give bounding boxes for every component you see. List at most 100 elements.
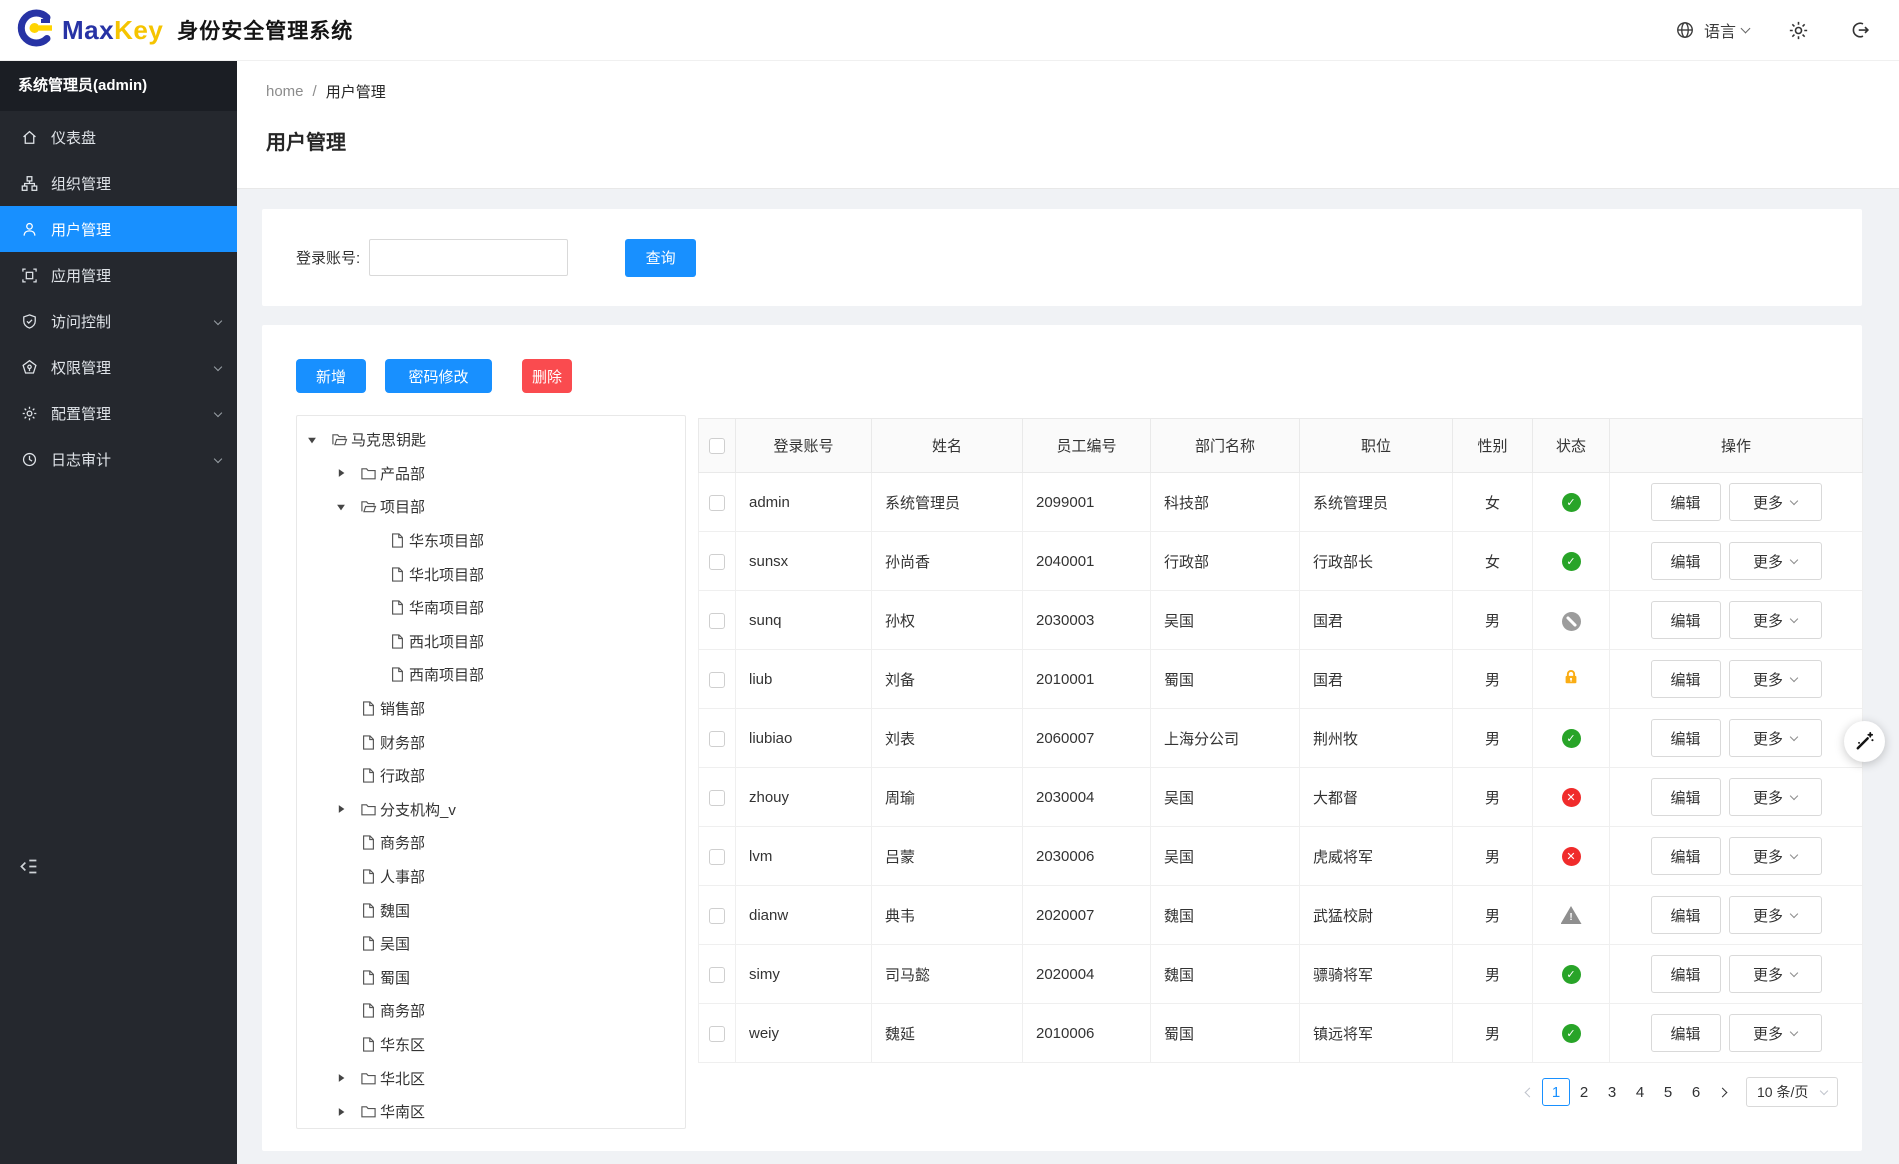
sidebar-item-permission[interactable]: 权限管理 <box>0 344 237 390</box>
tree-caret-down-icon[interactable] <box>307 435 331 445</box>
tree-caret-right-icon[interactable] <box>336 804 360 814</box>
page-button-2[interactable]: 2 <box>1570 1078 1598 1106</box>
tree-node-label: 华北区 <box>380 1070 426 1088</box>
edit-button[interactable]: 编辑 <box>1650 778 1721 816</box>
page-button-5[interactable]: 5 <box>1654 1078 1682 1106</box>
page-button-4[interactable]: 4 <box>1626 1078 1654 1106</box>
row-checkbox[interactable] <box>709 612 725 629</box>
sidebar-item-apps[interactable]: 应用管理 <box>0 252 237 298</box>
user-table: 登录账号 姓名 员工编号 部门名称 职位 性别 状态 操作 admin 系统管理员 2099001… <box>698 418 1863 1063</box>
tree-node[interactable]: 销售部 <box>297 692 685 726</box>
tree-node[interactable]: 魏国 <box>297 893 685 927</box>
tree-node[interactable]: 华东项目部 <box>297 524 685 558</box>
next-page-button[interactable] <box>1710 1078 1738 1106</box>
edit-button[interactable]: 编辑 <box>1650 601 1721 639</box>
row-checkbox[interactable] <box>709 1025 725 1042</box>
sidebar-item-config[interactable]: 配置管理 <box>0 390 237 436</box>
sidebar-item-users[interactable]: 用户管理 <box>0 206 237 252</box>
account-input[interactable] <box>369 239 569 276</box>
edit-button[interactable]: 编辑 <box>1650 660 1721 698</box>
language-menu[interactable]: 语言 <box>1672 17 1751 43</box>
floating-wand-button[interactable] <box>1844 721 1885 762</box>
more-button[interactable]: 更多 <box>1728 955 1822 993</box>
edit-button[interactable]: 编辑 <box>1650 955 1721 993</box>
delete-button[interactable]: 删除 <box>522 359 572 393</box>
tree-node[interactable]: 马克思钥匙 <box>297 423 685 457</box>
more-button[interactable]: 更多 <box>1728 1014 1822 1052</box>
tree-node[interactable]: 商务部 <box>297 826 685 860</box>
chevron-down-icon <box>1789 673 1799 682</box>
row-checkbox[interactable] <box>709 848 725 865</box>
chevron-down-icon <box>1789 968 1799 977</box>
sidebar-item-audit[interactable]: 日志审计 <box>0 436 237 482</box>
add-button[interactable]: 新增 <box>296 359 366 393</box>
edit-button[interactable]: 编辑 <box>1650 719 1721 757</box>
chevron-down-icon <box>1789 909 1799 918</box>
tree-node[interactable]: 华东区 <box>297 1028 685 1062</box>
sidebar-collapse-button[interactable] <box>18 856 40 878</box>
select-all-checkbox[interactable] <box>709 438 725 455</box>
more-button[interactable]: 更多 <box>1728 660 1822 698</box>
edit-button[interactable]: 编辑 <box>1650 1014 1721 1052</box>
settings-gear-icon[interactable] <box>1785 17 1811 43</box>
tree-node[interactable]: 吴国 <box>297 927 685 961</box>
row-checkbox[interactable] <box>709 966 725 983</box>
more-button[interactable]: 更多 <box>1728 601 1822 639</box>
tree-node[interactable]: 人事部 <box>297 860 685 894</box>
page-size-select[interactable]: 10 条/页 <box>1746 1077 1838 1107</box>
row-checkbox[interactable] <box>709 907 725 924</box>
tree-caret-down-icon[interactable] <box>336 502 360 512</box>
cell-account: liub <box>735 649 872 709</box>
page-button-6[interactable]: 6 <box>1682 1078 1710 1106</box>
status-disabled-icon <box>1561 611 1581 631</box>
edit-button[interactable]: 编辑 <box>1650 483 1721 521</box>
tree-caret-right-icon[interactable] <box>336 1073 360 1083</box>
more-button[interactable]: 更多 <box>1728 896 1822 934</box>
edit-button[interactable]: 编辑 <box>1650 896 1721 934</box>
tree-node[interactable]: 华南区 <box>297 1095 685 1128</box>
breadcrumb-home-link[interactable]: home <box>266 83 304 100</box>
prev-page-button[interactable] <box>1514 1078 1542 1106</box>
more-button[interactable]: 更多 <box>1728 837 1822 875</box>
tree-caret-right-icon[interactable] <box>336 1107 360 1117</box>
tree-node[interactable]: 项目部 <box>297 490 685 524</box>
change-password-button[interactable]: 密码修改 <box>385 359 492 393</box>
sidebar-item-org[interactable]: 组织管理 <box>0 160 237 206</box>
tree-node[interactable]: 行政部 <box>297 759 685 793</box>
sidebar-item-dashboard[interactable]: 仪表盘 <box>0 114 237 160</box>
tree-node[interactable]: 西南项目部 <box>297 658 685 692</box>
tree-node[interactable]: 华南项目部 <box>297 591 685 625</box>
tree-node[interactable]: 华北区 <box>297 1061 685 1095</box>
logout-icon[interactable] <box>1847 17 1873 43</box>
more-button[interactable]: 更多 <box>1728 719 1822 757</box>
tree-node[interactable]: 财务部 <box>297 725 685 759</box>
cell-actions: 编辑 更多 <box>1609 767 1863 827</box>
cell-name: 吕蒙 <box>871 826 1023 886</box>
row-checkbox[interactable] <box>709 730 725 747</box>
edit-button[interactable]: 编辑 <box>1650 837 1721 875</box>
row-checkbox[interactable] <box>709 494 725 511</box>
sidebar-item-access[interactable]: 访问控制 <box>0 298 237 344</box>
row-checkbox[interactable] <box>709 671 725 688</box>
audit-icon <box>21 451 38 468</box>
cell-account: sunq <box>735 590 872 650</box>
page-button-3[interactable]: 3 <box>1598 1078 1626 1106</box>
row-checkbox[interactable] <box>709 789 725 806</box>
more-button[interactable]: 更多 <box>1728 483 1822 521</box>
tree-node[interactable]: 产品部 <box>297 457 685 491</box>
more-button[interactable]: 更多 <box>1728 542 1822 580</box>
tree-node[interactable]: 商务部 <box>297 994 685 1028</box>
tree-node[interactable]: 华北项目部 <box>297 557 685 591</box>
query-button[interactable]: 查询 <box>625 238 697 277</box>
edit-button[interactable]: 编辑 <box>1650 542 1721 580</box>
cell-gender: 男 <box>1452 885 1533 945</box>
row-checkbox[interactable] <box>709 553 725 570</box>
tree-caret-right-icon[interactable] <box>336 468 360 478</box>
tree-node[interactable]: 分支机构_v <box>297 793 685 827</box>
more-button[interactable]: 更多 <box>1728 778 1822 816</box>
tree-node[interactable]: 蜀国 <box>297 961 685 995</box>
chevron-down-icon <box>1789 850 1799 859</box>
tree-node-label: 华东项目部 <box>409 533 485 551</box>
tree-node[interactable]: 西北项目部 <box>297 625 685 659</box>
page-button-1[interactable]: 1 <box>1542 1078 1570 1106</box>
